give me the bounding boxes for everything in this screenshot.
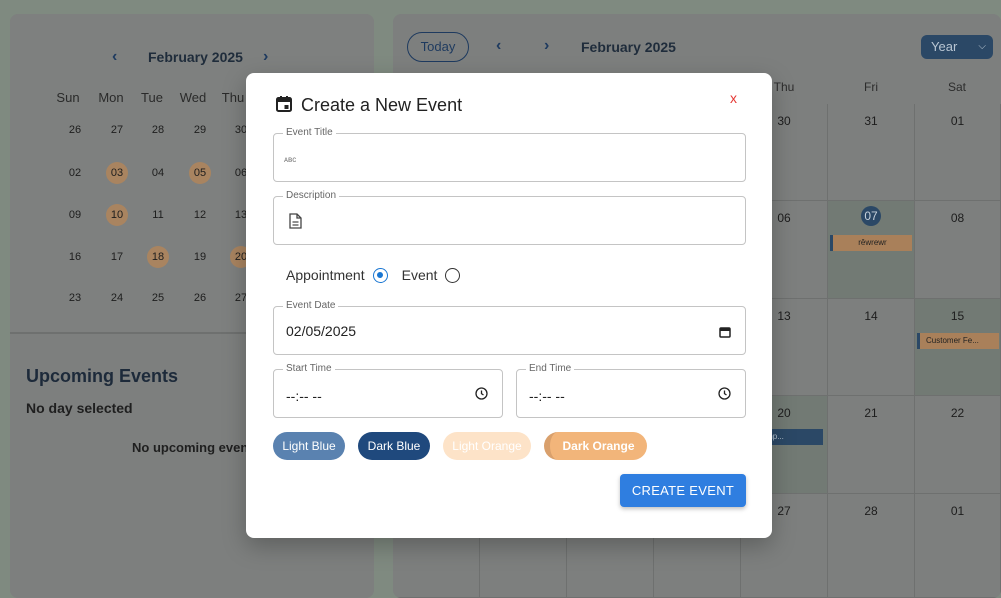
- create-event-button[interactable]: CREATE EVENT: [620, 474, 746, 507]
- description-field[interactable]: Description: [273, 190, 746, 245]
- mini-next-month-button[interactable]: ›: [263, 48, 268, 66]
- event-date-field[interactable]: Event Date 02/05/2025: [273, 300, 746, 355]
- no-upcoming-events-text: No upcoming events: [132, 440, 260, 455]
- event-chip[interactable]: Customer Fe...: [917, 333, 999, 349]
- view-select[interactable]: Year ⌵: [921, 35, 993, 59]
- day-number: 22: [950, 406, 965, 420]
- start-time-field[interactable]: Start Time --:-- --: [273, 363, 503, 418]
- end-time-field[interactable]: End Time --:-- --: [516, 363, 746, 418]
- mini-day[interactable]: 09: [64, 204, 86, 226]
- day-cell[interactable]: 21: [828, 396, 915, 494]
- event-title-field: Event Title: [273, 127, 746, 182]
- mini-dow-mon: Mon: [98, 90, 124, 105]
- day-cell[interactable]: 22: [915, 396, 1001, 494]
- day-number: 01: [950, 504, 965, 518]
- dow-sat: Sat: [947, 80, 966, 94]
- mini-day-highlighted[interactable]: 18: [147, 246, 169, 268]
- mini-day[interactable]: 27: [106, 119, 128, 141]
- today-button[interactable]: Today: [407, 32, 469, 62]
- mini-day[interactable]: 02: [64, 162, 86, 184]
- day-number: 01: [950, 114, 965, 128]
- dow-fri: Fri: [864, 80, 878, 94]
- view-select-value: Year: [931, 39, 958, 54]
- mini-dow-tue: Tue: [141, 90, 163, 105]
- mini-day[interactable]: 28: [147, 119, 169, 141]
- modal-title: Create a New Event: [301, 95, 463, 115]
- day-cell-today[interactable]: 07 rêwrewr: [828, 201, 915, 299]
- day-number: 14: [864, 309, 878, 323]
- upcoming-events-title: Upcoming Events: [26, 366, 179, 386]
- end-time-label: End Time: [526, 363, 575, 374]
- start-time-label: Start Time: [283, 363, 335, 374]
- end-time-value: --:-- --: [529, 388, 565, 404]
- color-light-orange-button[interactable]: Light Orange: [443, 432, 531, 460]
- event-date-label: Event Date: [283, 300, 339, 311]
- calendar-icon: [276, 96, 292, 112]
- prev-month-button[interactable]: ‹: [496, 37, 501, 55]
- day-number: 21: [864, 406, 878, 420]
- color-dark-blue-button[interactable]: Dark Blue: [358, 432, 430, 460]
- day-number: 31: [864, 114, 878, 128]
- calendar-picker-icon[interactable]: [719, 326, 731, 338]
- radio-event-label: Event: [401, 267, 438, 283]
- mini-month-label: February 2025: [148, 49, 243, 65]
- mini-dow-wed: Wed: [179, 90, 207, 105]
- main-month-label: February 2025: [581, 39, 676, 55]
- radio-appointment[interactable]: [372, 267, 388, 283]
- mini-day[interactable]: 19: [189, 246, 211, 268]
- event-title-label: Event Title: [283, 127, 336, 138]
- color-dark-orange-button-selected[interactable]: Dark Orange: [544, 432, 647, 460]
- mini-day[interactable]: 26: [64, 119, 86, 141]
- mini-day[interactable]: 24: [106, 287, 128, 309]
- mini-day[interactable]: 25: [147, 287, 169, 309]
- description-label: Description: [283, 190, 340, 201]
- mini-day[interactable]: 26: [189, 287, 211, 309]
- close-button[interactable]: x: [730, 90, 737, 106]
- day-number: 15: [950, 309, 965, 323]
- color-light-blue-button[interactable]: Light Blue: [273, 432, 345, 460]
- mini-calendar-header: ‹ February 2025 ›: [10, 48, 374, 68]
- mini-day-highlighted[interactable]: 10: [106, 204, 128, 226]
- no-day-selected-text: No day selected: [26, 400, 133, 416]
- mini-day-highlighted[interactable]: 03: [106, 162, 128, 184]
- mini-dow-sun: Sun: [56, 90, 80, 105]
- today-marker: 07: [861, 206, 881, 226]
- event-title-input[interactable]: [284, 150, 735, 168]
- day-cell[interactable]: 08: [915, 201, 1001, 299]
- mini-day[interactable]: 12: [189, 204, 211, 226]
- mini-day[interactable]: 11: [147, 204, 169, 226]
- day-cell[interactable]: 28: [828, 494, 915, 598]
- day-cell[interactable]: 01: [915, 104, 1001, 201]
- mini-day-highlighted[interactable]: 05: [189, 162, 211, 184]
- mini-day[interactable]: 23: [64, 287, 86, 309]
- mini-day[interactable]: 17: [106, 246, 128, 268]
- next-month-button[interactable]: ›: [544, 37, 549, 55]
- clock-icon[interactable]: [718, 387, 731, 400]
- day-cell[interactable]: 15 Customer Fe...: [915, 299, 1001, 396]
- clock-icon[interactable]: [475, 387, 488, 400]
- event-date-value: 02/05/2025: [286, 323, 357, 339]
- create-event-modal: Create a New Event x Event Title Descrip…: [246, 73, 772, 538]
- day-cell[interactable]: 31: [828, 104, 915, 201]
- mini-prev-month-button[interactable]: ‹: [112, 48, 117, 66]
- event-chip[interactable]: rêwrewr: [830, 235, 912, 251]
- day-number: 28: [864, 504, 878, 518]
- chevron-down-icon: ⌵: [978, 41, 986, 52]
- mini-day[interactable]: 16: [64, 246, 86, 268]
- document-icon: [289, 213, 302, 229]
- mini-day[interactable]: 29: [189, 119, 211, 141]
- mini-day[interactable]: 04: [147, 162, 169, 184]
- start-time-value: --:-- --: [286, 388, 322, 404]
- event-type-radio-group: Appointment Event: [286, 267, 461, 283]
- day-cell[interactable]: 01: [915, 494, 1001, 598]
- day-cell[interactable]: 14: [828, 299, 915, 396]
- day-number: 08: [950, 211, 965, 225]
- radio-appointment-label: Appointment: [286, 267, 365, 283]
- radio-event[interactable]: [445, 267, 461, 283]
